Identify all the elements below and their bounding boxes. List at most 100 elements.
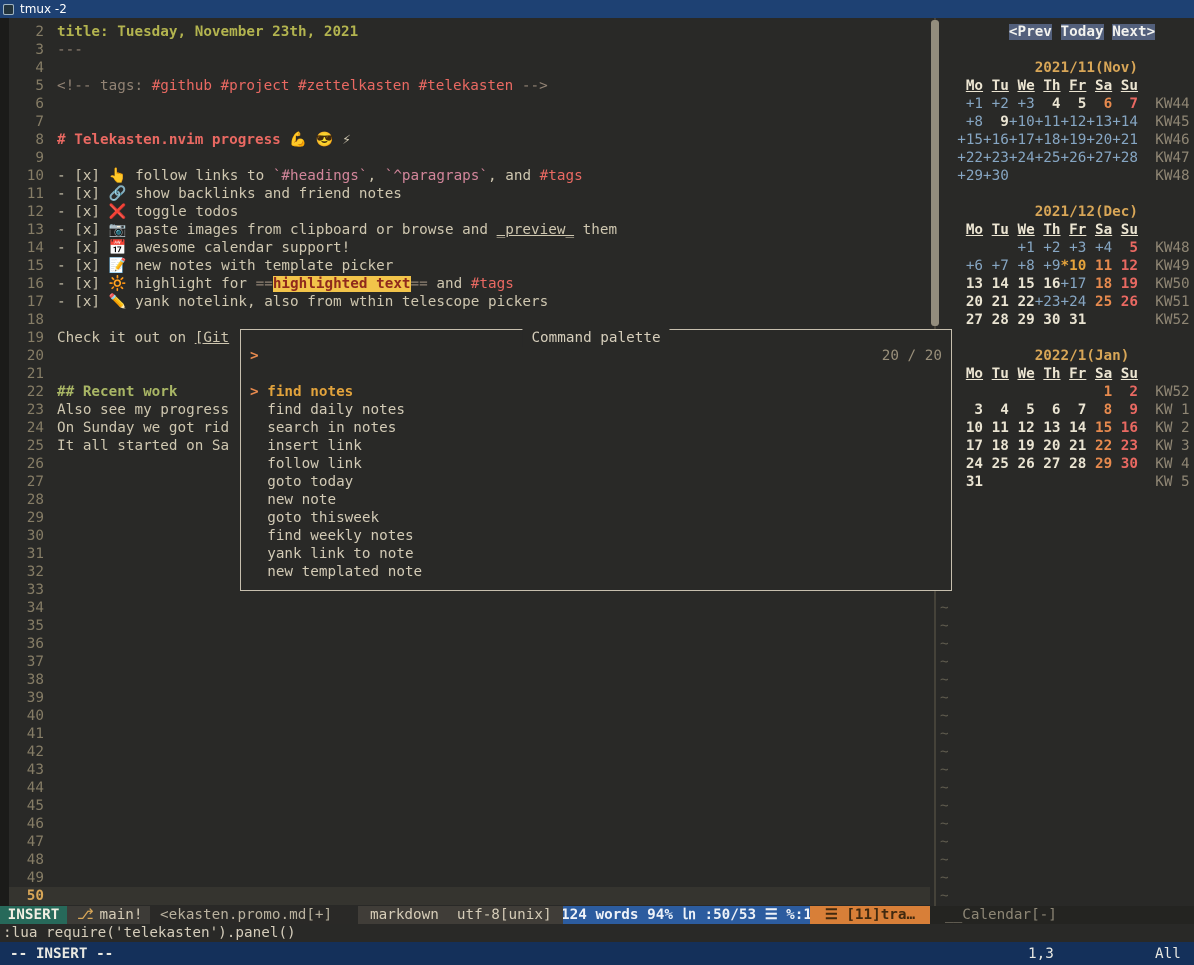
editor-line[interactable]: 4 (0, 59, 930, 77)
calendar-day[interactable]: 12 (1112, 258, 1138, 274)
calendar-day[interactable]: +18 (1035, 132, 1061, 148)
calendar-day[interactable]: 14 (1061, 420, 1087, 436)
calendar-day[interactable]: 13 (957, 276, 983, 292)
calendar-day[interactable]: 31 (1061, 312, 1087, 328)
editor-line[interactable]: 39 (0, 689, 930, 707)
calendar-day[interactable]: 2 (1112, 384, 1138, 400)
calendar-day[interactable]: 30 (1112, 456, 1138, 472)
calendar-day[interactable]: *10 (1061, 258, 1087, 274)
calendar-day[interactable]: 24 (957, 456, 983, 472)
editor-line[interactable]: 5<!-- tags: #github #project #zettelkast… (0, 77, 930, 95)
calendar-day[interactable]: 13 (1035, 420, 1061, 436)
palette-item[interactable]: insert link (241, 437, 951, 455)
calendar-day[interactable]: +20 (1086, 132, 1112, 148)
calendar-day[interactable]: +12 (1061, 114, 1087, 130)
calendar-day[interactable]: 25 (1086, 294, 1112, 310)
calendar-day[interactable]: 8 (1086, 402, 1112, 418)
calendar-day[interactable]: 16 (1035, 276, 1061, 292)
calendar-day[interactable]: 3 (957, 402, 983, 418)
palette-prompt-row[interactable]: > 20 / 20 (241, 347, 951, 365)
editor-line[interactable]: 7 (0, 113, 930, 131)
editor-line[interactable]: 47 (0, 833, 930, 851)
calendar-day[interactable]: 26 (1112, 294, 1138, 310)
calendar-day[interactable]: 10 (957, 420, 983, 436)
calendar-day[interactable]: 23 (1112, 438, 1138, 454)
editor-line[interactable]: 36 (0, 635, 930, 653)
palette-item[interactable]: goto today (241, 473, 951, 491)
editor-line[interactable]: 43 (0, 761, 930, 779)
calendar-day[interactable]: 17 (957, 438, 983, 454)
calendar-day[interactable]: +27 (1086, 150, 1112, 166)
prev-button[interactable]: <Prev (1009, 24, 1052, 40)
calendar-day[interactable]: +23 (983, 150, 1009, 166)
editor-line[interactable]: 11- [x] 🔗 show backlinks and friend note… (0, 185, 930, 203)
calendar-day[interactable]: 21 (1061, 438, 1087, 454)
editor-line[interactable]: 48 (0, 851, 930, 869)
calendar-day[interactable]: 18 (983, 438, 1009, 454)
calendar-day[interactable]: 15 (1086, 420, 1112, 436)
calendar-day[interactable]: +25 (1035, 150, 1061, 166)
calendar-day[interactable]: +28 (1112, 150, 1138, 166)
calendar-day[interactable]: 1 (1086, 384, 1112, 400)
editor-line[interactable]: 6 (0, 95, 930, 113)
next-button[interactable]: Next> (1112, 24, 1155, 40)
editor-line[interactable]: 13- [x] 📷 paste images from clipboard or… (0, 221, 930, 239)
editor-line[interactable]: 44 (0, 779, 930, 797)
editor-line[interactable]: 37 (0, 653, 930, 671)
calendar-day[interactable]: +23 (1035, 294, 1061, 310)
calendar-day[interactable]: 29 (1009, 312, 1035, 328)
calendar-day[interactable]: 18 (1086, 276, 1112, 292)
calendar-day[interactable]: 29 (1086, 456, 1112, 472)
calendar-day[interactable]: +11 (1035, 114, 1061, 130)
calendar-day[interactable]: +24 (1009, 150, 1035, 166)
editor-line[interactable]: 40 (0, 707, 930, 725)
calendar-day[interactable]: 11 (983, 420, 1009, 436)
palette-item[interactable]: search in notes (241, 419, 951, 437)
calendar-day[interactable]: +1 (957, 96, 983, 112)
calendar-day[interactable]: 26 (1009, 456, 1035, 472)
calendar-day[interactable]: +21 (1112, 132, 1138, 148)
editor-line[interactable]: 49 (0, 869, 930, 887)
calendar-day[interactable]: 20 (1035, 438, 1061, 454)
editor-line[interactable]: 42 (0, 743, 930, 761)
calendar-day[interactable]: +6 (957, 258, 983, 274)
editor-line[interactable]: 17- [x] ✏️ yank notelink, also from wthi… (0, 293, 930, 311)
calendar-day[interactable]: +8 (957, 114, 983, 130)
calendar-day[interactable]: +7 (983, 258, 1009, 274)
editor-line[interactable]: 38 (0, 671, 930, 689)
editor-line[interactable]: 16- [x] 🔆 highlight for ==highlighted te… (0, 275, 930, 293)
editor-line[interactable]: 2title: Tuesday, November 23th, 2021 (0, 23, 930, 41)
editor-line[interactable]: 46 (0, 815, 930, 833)
calendar-day[interactable]: 30 (1035, 312, 1061, 328)
calendar-day[interactable]: 7 (1112, 96, 1138, 112)
scrollbar-thumb[interactable] (931, 20, 939, 326)
calendar-day[interactable]: +13 (1086, 114, 1112, 130)
calendar-day[interactable]: 19 (1112, 276, 1138, 292)
calendar-day[interactable]: 9 (983, 114, 1009, 130)
calendar-day[interactable]: 4 (983, 402, 1009, 418)
calendar-day[interactable]: +29 (957, 168, 983, 184)
calendar-day[interactable]: +17 (1009, 132, 1035, 148)
calendar-day[interactable]: 19 (1009, 438, 1035, 454)
calendar-day[interactable]: 22 (1009, 294, 1035, 310)
calendar-day[interactable]: 15 (1009, 276, 1035, 292)
calendar-day[interactable]: +10 (1009, 114, 1035, 130)
calendar-day[interactable]: 6 (1035, 402, 1061, 418)
calendar-day[interactable]: 27 (957, 312, 983, 328)
editor-line[interactable]: 3--- (0, 41, 930, 59)
calendar-day[interactable]: 4 (1035, 96, 1061, 112)
editor-line[interactable]: 9 (0, 149, 930, 167)
calendar-day[interactable]: +3 (1009, 96, 1035, 112)
calendar-day[interactable]: +8 (1009, 258, 1035, 274)
editor-line[interactable]: 18 (0, 311, 930, 329)
editor-line[interactable]: 8# Telekasten.nvim progress 💪 😎 ⚡ (0, 131, 930, 149)
editor-line[interactable]: 41 (0, 725, 930, 743)
editor-line[interactable]: 14- [x] 📅 awesome calendar support! (0, 239, 930, 257)
calendar-day[interactable]: +16 (983, 132, 1009, 148)
calendar-day[interactable]: 12 (1009, 420, 1035, 436)
editor-line[interactable]: 10- [x] 👆 follow links to `#headings`, `… (0, 167, 930, 185)
calendar-day[interactable]: +3 (1061, 240, 1087, 256)
calendar-day[interactable]: +15 (957, 132, 983, 148)
command-line[interactable]: :lua require('telekasten').panel() (0, 924, 1194, 942)
calendar-day[interactable]: 6 (1086, 96, 1112, 112)
